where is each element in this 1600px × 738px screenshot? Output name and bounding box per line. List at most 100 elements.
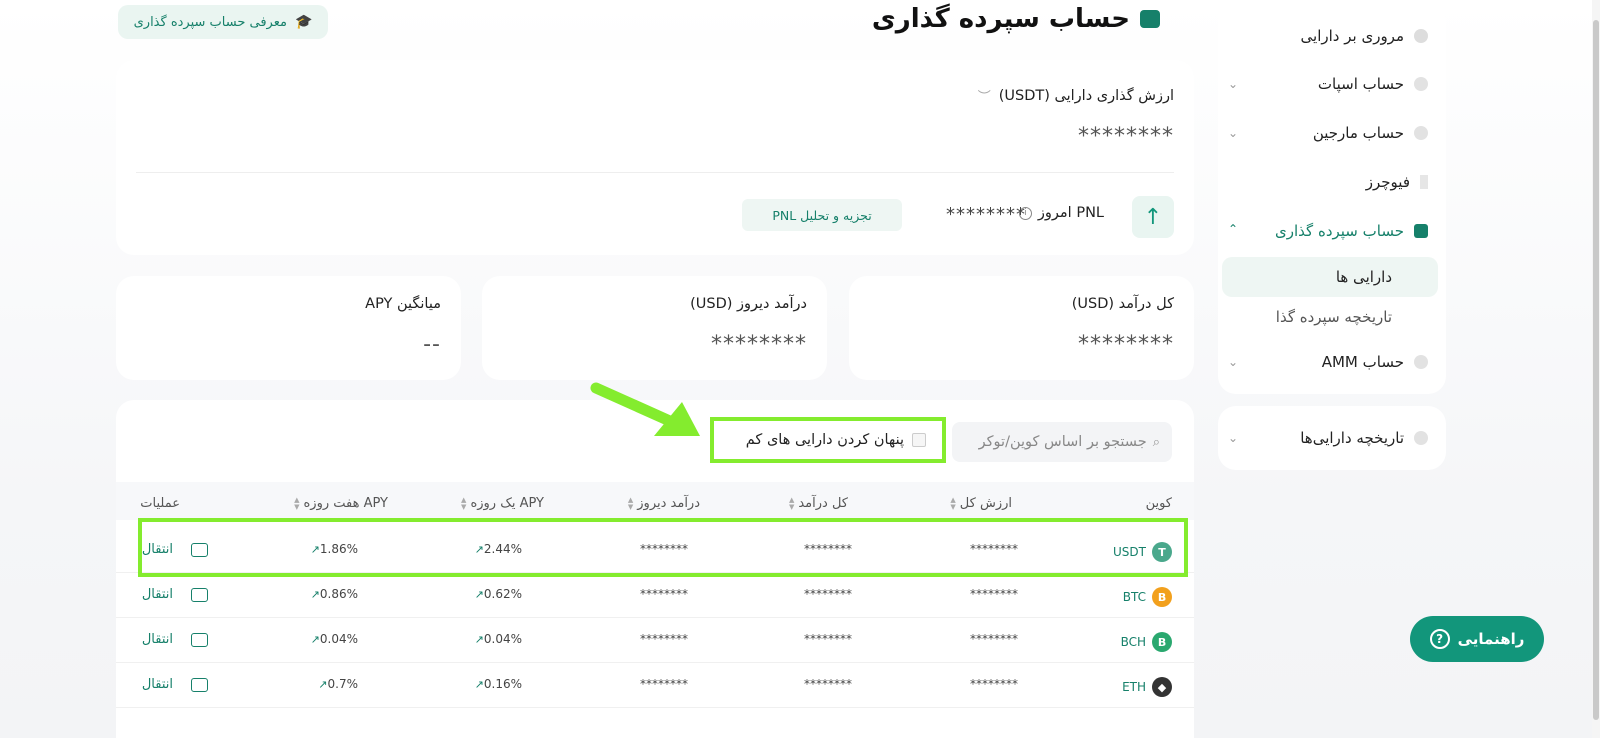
chevron-up-icon[interactable]: ⌃ (1228, 222, 1238, 236)
deposit-icon (1414, 224, 1428, 238)
sidebar-item-futures[interactable]: فیوچرز (1228, 162, 1428, 202)
chart-icon[interactable] (191, 632, 208, 647)
hide-small-assets-toggle[interactable]: پنهان کردن دارایی های کم (710, 417, 946, 463)
pnl-label: PNL امروز i (1018, 205, 1104, 221)
graduation-cap-icon: 🎓 (294, 14, 313, 30)
history-icon (1414, 431, 1428, 445)
total-income-cell: ******** (804, 587, 852, 601)
chevron-down-icon[interactable]: ⌄ (1228, 355, 1238, 369)
coin-cell[interactable]: B BTC (1123, 587, 1172, 607)
sidebar-item-label: حساب مارجین (1312, 124, 1404, 142)
apy-1d-cell: 0.16% ↗ (471, 677, 522, 691)
chart-icon[interactable] (191, 587, 208, 602)
total-value-cell: ******** (970, 632, 1018, 646)
sidebar-card: مروری بر دارایی حساب اسپات ⌄ حساب مارجین… (1218, 4, 1446, 394)
stat-card-yesterday-income: درآمد دیروز (USD) ******** (482, 276, 827, 380)
annotation-arrow (590, 382, 700, 436)
column-header-coin: کوین (1146, 496, 1172, 511)
sidebar-subitem-assets[interactable]: دارایی ها (1222, 257, 1438, 297)
coin-icon: ◆ (1152, 677, 1172, 697)
intro-button-label: معرفی حساب سپرده گذاری (133, 14, 287, 30)
apy-7d-cell: 0.86% ↗ (307, 587, 358, 601)
table-row: ◆ ETH ******** ******** ******** 0.16% ↗ … (116, 663, 1194, 708)
eye-hidden-icon[interactable]: ︶ (978, 86, 991, 105)
actions-cell: انتقال (142, 587, 208, 602)
column-header-total-income[interactable]: کل درآمد ▲ ▼ (789, 496, 848, 511)
column-header-total-value[interactable]: ارزش کل ▲ ▼ (950, 496, 1012, 511)
search-input[interactable]: ⌕ جستجو بر اساس کوین/توکر (952, 422, 1172, 462)
actions-cell: انتقال (142, 632, 208, 647)
chevron-down-icon[interactable]: ⌄ (1228, 431, 1238, 445)
stat-label: کل درآمد (USD) (1071, 296, 1174, 312)
stat-value: -- (423, 332, 441, 357)
trend-up-icon: ↗ (474, 677, 484, 691)
coin-symbol: BTC (1122, 590, 1146, 604)
analyze-pnl-button[interactable]: تجزیه و تحلیل PNL (742, 199, 902, 231)
hide-small-assets-label: پنهان کردن دارایی های کم (745, 432, 904, 448)
stat-label: درآمد دیروز (USD) (690, 296, 807, 312)
asset-value: ******** (1078, 124, 1174, 149)
sidebar-subitem-deposit-history[interactable]: تاریخچه سپرده گذا (1222, 297, 1438, 337)
table-row: B BCH ******** ******** ******** 0.04% ↗ … (116, 618, 1194, 663)
sidebar-item-margin[interactable]: حساب مارجین ⌄ (1228, 113, 1428, 153)
hide-small-assets-checkbox[interactable] (912, 433, 926, 447)
sidebar-item-asset-history[interactable]: تاریخچه دارایی‌ها ⌄ (1228, 418, 1428, 458)
amm-icon (1414, 355, 1428, 369)
pnl-label-text: PNL امروز (1037, 205, 1104, 221)
sidebar-item-label: فیوچرز (1365, 173, 1410, 191)
transfer-link[interactable]: انتقال (142, 632, 173, 647)
apy-1d-value: 0.62% (483, 587, 522, 601)
intro-button[interactable]: 🎓 معرفی حساب سپرده گذاری (118, 5, 328, 39)
total-value-cell: ******** (970, 677, 1018, 691)
futures-icon (1420, 175, 1428, 189)
apy-1d-value: 0.16% (483, 677, 522, 691)
column-header-label: ارزش کل (959, 496, 1012, 511)
column-header-label: کل درآمد (798, 496, 848, 511)
sort-icon[interactable]: ▲ ▼ (294, 496, 299, 511)
column-header-actions: عملیات (140, 496, 180, 511)
trend-up-icon: ↗ (310, 632, 320, 646)
sort-icon[interactable]: ▲ ▼ (789, 496, 794, 511)
sidebar-item-deposit[interactable]: حساب سپرده گذاری ⌃ (1228, 211, 1428, 251)
pie-chart-icon (1414, 29, 1428, 43)
apy-7d-value: 0.04% (319, 632, 358, 646)
help-button[interactable]: راهنمایی ? (1410, 616, 1544, 662)
help-button-label: راهنمایی (1457, 630, 1525, 648)
sidebar-item-amm[interactable]: حساب AMM ⌄ (1228, 342, 1428, 382)
question-icon: ? (1429, 629, 1450, 649)
yesterday-income-cell: ******** (640, 632, 688, 646)
apy-1d-value: 0.04% (483, 632, 522, 646)
trend-up-icon: ↗ (474, 587, 484, 601)
coin-cell[interactable]: ◆ ETH (1122, 677, 1172, 697)
stat-value: ******** (1078, 332, 1174, 357)
sort-icon[interactable]: ▲ ▼ (950, 496, 955, 511)
sidebar-history-card: تاریخچه دارایی‌ها ⌄ (1218, 406, 1446, 470)
column-header-apy-7d[interactable]: APY هفت روزه ▲ ▼ (294, 496, 388, 511)
total-income-cell: ******** (804, 632, 852, 646)
transfer-link[interactable]: انتقال (142, 677, 173, 692)
sidebar-subitem-label: دارایی ها (1335, 268, 1392, 286)
chevron-down-icon[interactable]: ⌄ (1228, 126, 1238, 140)
scrollbar[interactable] (1592, 0, 1600, 738)
column-header-apy-1d[interactable]: APY یک روزه ▲ ▼ (461, 496, 544, 511)
trend-up-icon: ↗ (474, 632, 484, 646)
sidebar-item-overview[interactable]: مروری بر دارایی (1228, 16, 1428, 56)
chevron-down-icon[interactable]: ⌄ (1228, 77, 1238, 91)
scrollbar-thumb[interactable] (1593, 20, 1599, 720)
apy-7d-cell: 0.7% ↗ (314, 677, 358, 691)
sidebar-item-label: حساب سپرده گذاری (1275, 222, 1404, 240)
sidebar-subitem-label: تاریخچه سپرده گذا (1275, 308, 1392, 326)
sort-icon[interactable]: ▲ ▼ (628, 496, 633, 511)
sort-icon[interactable]: ▲ ▼ (461, 496, 466, 511)
yesterday-income-cell: ******** (640, 587, 688, 601)
coin-cell[interactable]: B BCH (1121, 632, 1172, 652)
column-header-yesterday-income[interactable]: درآمد دیروز ▲ ▼ (628, 496, 700, 511)
deposit-icon (1140, 10, 1160, 28)
actions-cell: انتقال (142, 677, 208, 692)
divider (136, 172, 1174, 173)
chart-icon[interactable] (191, 677, 208, 692)
margin-icon (1414, 126, 1428, 140)
sidebar-item-spot[interactable]: حساب اسپات ⌄ (1228, 64, 1428, 104)
column-header-label: APY یک روزه (470, 496, 544, 511)
transfer-link[interactable]: انتقال (142, 587, 173, 602)
